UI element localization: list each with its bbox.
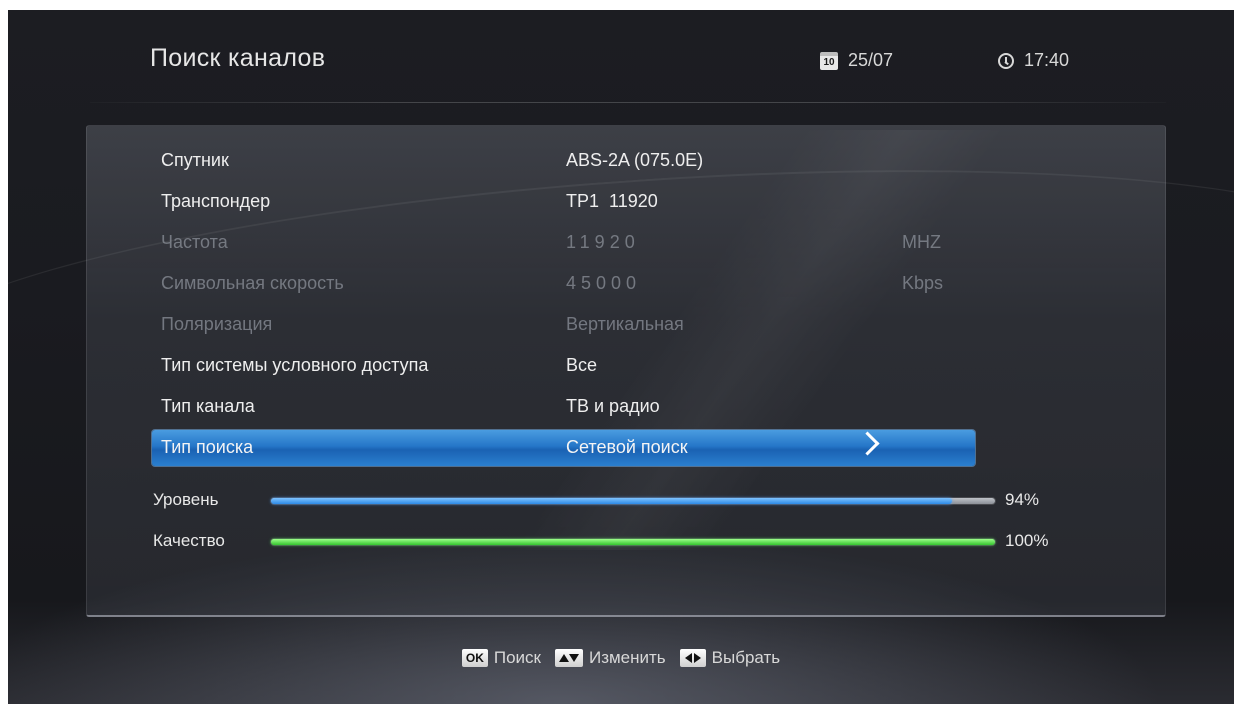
hint-select-label: Выбрать (711, 648, 781, 667)
row-label: Тип канала (161, 396, 255, 416)
row-satellite[interactable]: Спутник ABS-2A (075.0E) (87, 140, 1165, 180)
row-value: TP1 11920 (566, 191, 658, 211)
left-right-key-icon (679, 649, 706, 667)
selection-highlight (152, 430, 975, 466)
row-value: ТВ и радио (566, 396, 660, 416)
row-polarization: Поляризация Вертикальная (87, 304, 1165, 344)
level-label: Уровень (153, 490, 219, 509)
clock-icon (998, 52, 1014, 69)
row-label: Тип поиска (161, 437, 254, 457)
row-symbol-rate: Символьная скорость 45000 Kbps (87, 263, 1165, 303)
settings-panel: Спутник ABS-2A (075.0E) Транспондер TP1 … (86, 125, 1166, 617)
hint-change[interactable]: Изменить (554, 648, 666, 668)
hint-search-label: Поиск (493, 648, 541, 667)
row-channel-type[interactable]: Тип канала ТВ и радио (87, 386, 1165, 426)
page-title: Поиск каналов (150, 44, 326, 72)
row-label: Тип системы условного доступа (161, 355, 429, 375)
row-value: 11920 (566, 232, 640, 252)
row-search-type[interactable]: Тип поиска Сетевой поиск (87, 427, 1165, 467)
row-label: Символьная скорость (161, 273, 344, 293)
hint-select[interactable]: Выбрать (679, 648, 781, 668)
level-bar (271, 498, 995, 504)
footer-hints: OK Поиск Изменить Выбрать (8, 648, 1234, 668)
row-label: Транспондер (161, 191, 271, 211)
row-unit: Kbps (902, 273, 944, 293)
row-frequency: Частота 11920 MHZ (87, 222, 1165, 262)
row-value: ABS-2A (075.0E) (566, 150, 704, 170)
quality-label: Качество (153, 531, 225, 550)
date-text: 25/07 (848, 50, 894, 70)
level-percent: 94% (1005, 490, 1040, 509)
time-text: 17:40 (1024, 50, 1070, 70)
ok-key-icon: OK (461, 649, 488, 667)
header-divider (90, 102, 1166, 103)
row-unit: MHZ (902, 232, 941, 252)
row-label: Частота (161, 232, 228, 252)
calendar-icon (820, 51, 838, 70)
quality-bar (271, 539, 995, 545)
row-value: 45000 (566, 273, 642, 293)
quality-bar-fill (271, 539, 995, 545)
tv-screen: Поиск каналов 25/07 17:40 Спутник ABS-2A… (8, 10, 1234, 704)
row-label: Поляризация (161, 314, 273, 334)
row-ca-system-type[interactable]: Тип системы условного доступа Все (87, 345, 1165, 385)
hint-search[interactable]: OK Поиск (461, 648, 541, 668)
hint-change-label: Изменить (588, 648, 666, 667)
level-bar-fill (271, 498, 952, 504)
date-display: 25/07 (820, 50, 893, 71)
row-value: Все (566, 355, 598, 375)
quality-percent: 100% (1005, 531, 1049, 550)
row-transponder[interactable]: Транспондер TP1 11920 (87, 181, 1165, 221)
up-down-key-icon (554, 649, 583, 667)
time-display: 17:40 (998, 50, 1069, 71)
row-value: Вертикальная (566, 314, 684, 334)
row-label: Спутник (161, 150, 229, 170)
row-value: Сетевой поиск (566, 437, 688, 457)
